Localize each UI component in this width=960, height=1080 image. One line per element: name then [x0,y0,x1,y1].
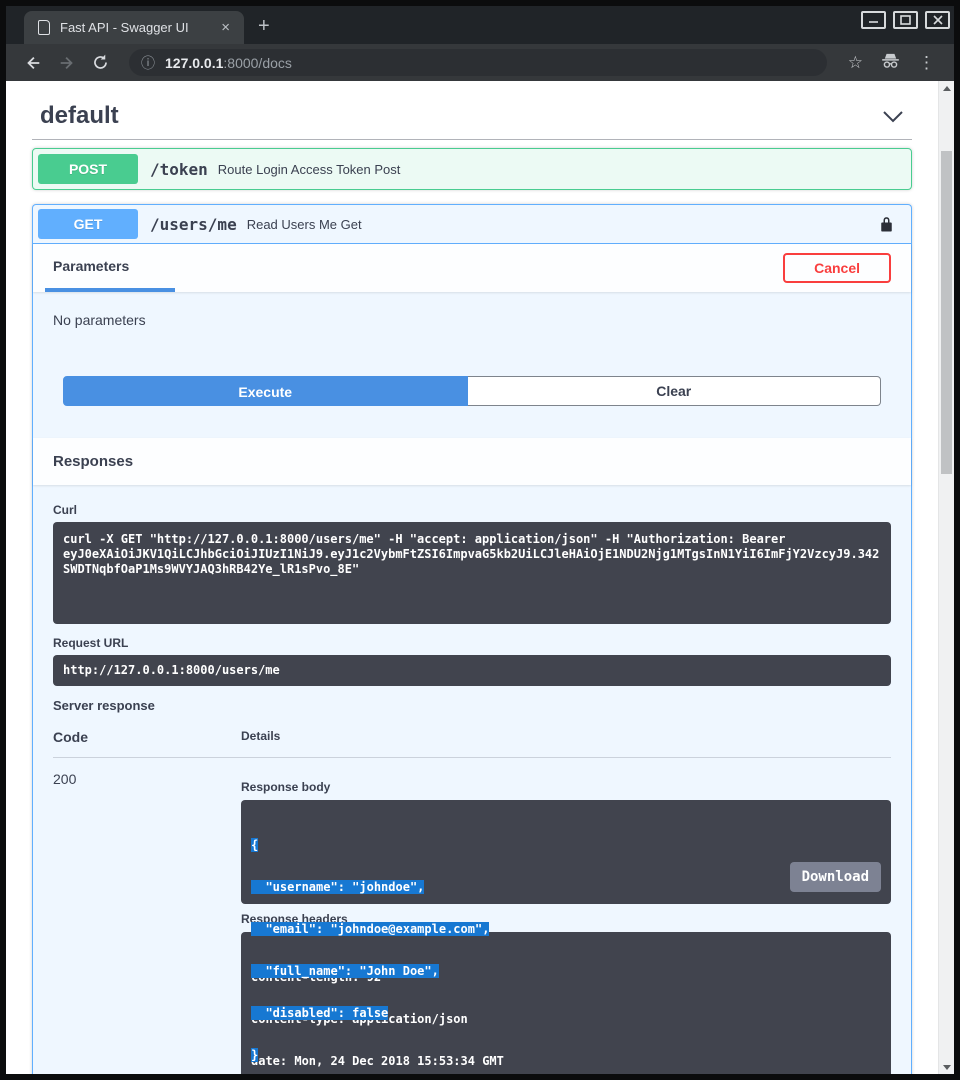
scrollbar-thumb[interactable] [941,151,952,474]
post-summary-text: Route Login Access Token Post [218,162,401,177]
get-path: /users/me [138,215,247,234]
back-arrow-icon [24,54,42,72]
back-button[interactable] [24,54,42,72]
post-path: /token [138,160,218,179]
window-controls [861,11,950,29]
section-title: default [40,103,119,129]
site-info-icon[interactable]: ⓘ [141,53,155,73]
no-parameters-text: No parameters [53,312,891,328]
tab-strip: Fast API - Swagger UI × + [6,6,954,44]
url-path: :8000/docs [223,55,292,71]
parameters-header: Parameters Cancel [33,244,911,292]
code-column-header: Code [53,729,241,745]
maximize-button[interactable] [893,11,918,29]
incognito-icon [881,53,900,72]
responses-title: Responses [53,453,133,470]
page-viewport: default POST /token Route Login Access T… [6,81,954,1074]
browser-toolbar: ⓘ 127.0.0.1:8000/docs ☆ ⋮ [6,44,954,81]
browser-window: Fast API - Swagger UI × + ⓘ [0,0,960,1080]
request-url-label: Request URL [53,636,891,650]
response-body-line: "disabled": false [251,1006,388,1020]
close-button[interactable] [925,11,950,29]
default-section-header[interactable]: default [32,101,912,139]
page-icon [38,20,50,35]
tab-close-icon[interactable]: × [217,19,234,36]
response-body-line: { [251,838,258,852]
swagger-ui: default POST /token Route Login Access T… [6,81,938,1074]
endpoint-post-token: POST /token Route Login Access Token Pos… [32,148,912,190]
clear-button[interactable]: Clear [468,376,882,406]
lock-icon [879,215,894,233]
get-users-me-summary[interactable]: GET /users/me Read Users Me Get [33,205,911,244]
request-url-value: http://127.0.0.1:8000/users/me [53,655,891,686]
close-icon [933,15,943,25]
scroll-up-arrow[interactable] [939,81,954,95]
chevron-down-icon[interactable] [882,110,904,123]
response-body-label: Response body [241,780,891,794]
server-response-label: Server response [53,698,891,713]
server-response-table-header: Code Details [53,729,891,758]
url-host: 127.0.0.1 [165,55,223,71]
responses-section-header: Responses [33,438,911,485]
curl-label: Curl [53,503,891,517]
response-body-line: "email": "johndoe@example.com", [251,922,489,936]
cancel-button[interactable]: Cancel [783,253,891,283]
download-button[interactable]: Download [790,862,881,892]
post-method-badge: POST [38,154,138,184]
response-body-line: "full_name": "John Doe", [251,964,439,978]
forward-arrow-icon [58,54,76,72]
forward-button[interactable] [58,54,76,72]
get-summary-text: Read Users Me Get [247,217,362,232]
maximize-icon [900,15,911,25]
minimize-icon [868,15,879,25]
response-body-line: } [251,1048,258,1062]
get-method-badge: GET [38,209,138,239]
new-tab-button[interactable]: + [244,15,284,44]
scroll-down-arrow[interactable] [939,1060,954,1074]
curl-command: curl -X GET "http://127.0.0.1:8000/users… [53,522,891,624]
minimize-button[interactable] [861,11,886,29]
server-response-row: 200 Response body { "username": "johndoe… [53,758,891,1074]
execute-button[interactable]: Execute [63,376,468,406]
endpoint-get-users-me: GET /users/me Read Users Me Get Paramete… [32,204,912,1074]
menu-icon[interactable]: ⋮ [918,54,935,71]
response-body-line: "username": "johndoe", [251,880,424,894]
tab-parameters[interactable]: Parameters [45,244,175,292]
reload-button[interactable] [92,54,109,71]
auth-lock-button[interactable] [879,215,894,233]
responses-body: Curl curl -X GET "http://127.0.0.1:8000/… [33,503,911,1074]
parameters-pane: No parameters Execute Clear [33,292,911,438]
bookmark-star-icon[interactable]: ☆ [848,54,863,71]
browser-tab[interactable]: Fast API - Swagger UI × [24,11,244,44]
tab-title: Fast API - Swagger UI [60,20,217,35]
response-body-box: { "username": "johndoe", "email": "johnd… [241,800,891,904]
details-column-header: Details [241,729,891,745]
parameters-tab-label: Parameters [53,258,129,274]
section-divider [32,139,912,140]
post-token-summary[interactable]: POST /token Route Login Access Token Pos… [33,149,911,189]
page-scrollbar[interactable] [938,81,954,1074]
status-code: 200 [53,771,241,1074]
execute-row: Execute Clear [63,376,881,438]
url-bar[interactable]: ⓘ 127.0.0.1:8000/docs [129,49,827,76]
reload-icon [92,54,109,71]
